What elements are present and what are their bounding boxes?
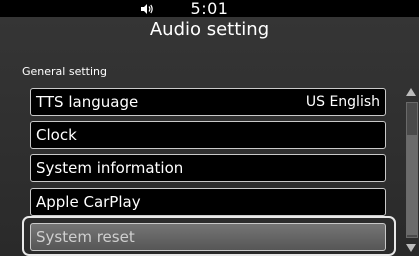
section-label: General setting	[22, 65, 107, 78]
scroll-thumb[interactable]	[407, 135, 417, 235]
menu-item-system-information[interactable]: System information	[30, 154, 386, 182]
clock: 5:01	[190, 0, 229, 18]
menu-item-label: Clock	[36, 126, 77, 144]
menu-item-clock[interactable]: Clock	[30, 121, 386, 149]
menu-item-label: System information	[36, 159, 184, 177]
scrollbar[interactable]	[403, 84, 419, 256]
menu-item-value: US English	[305, 94, 380, 110]
menu-item-label: TTS language	[36, 93, 139, 111]
selection-highlight	[22, 216, 396, 256]
scroll-up-arrow-icon[interactable]	[403, 84, 419, 100]
page-title: Audio setting	[149, 19, 270, 40]
status-bar: 5:01	[0, 0, 419, 18]
menu-item-label: Apple CarPlay	[36, 193, 141, 211]
scroll-down-arrow-icon[interactable]	[403, 240, 419, 256]
scroll-track[interactable]	[406, 102, 418, 238]
menu-item-apple-carplay[interactable]: Apple CarPlay	[30, 188, 386, 216]
menu-item-tts-language[interactable]: TTS language US English	[30, 88, 386, 116]
